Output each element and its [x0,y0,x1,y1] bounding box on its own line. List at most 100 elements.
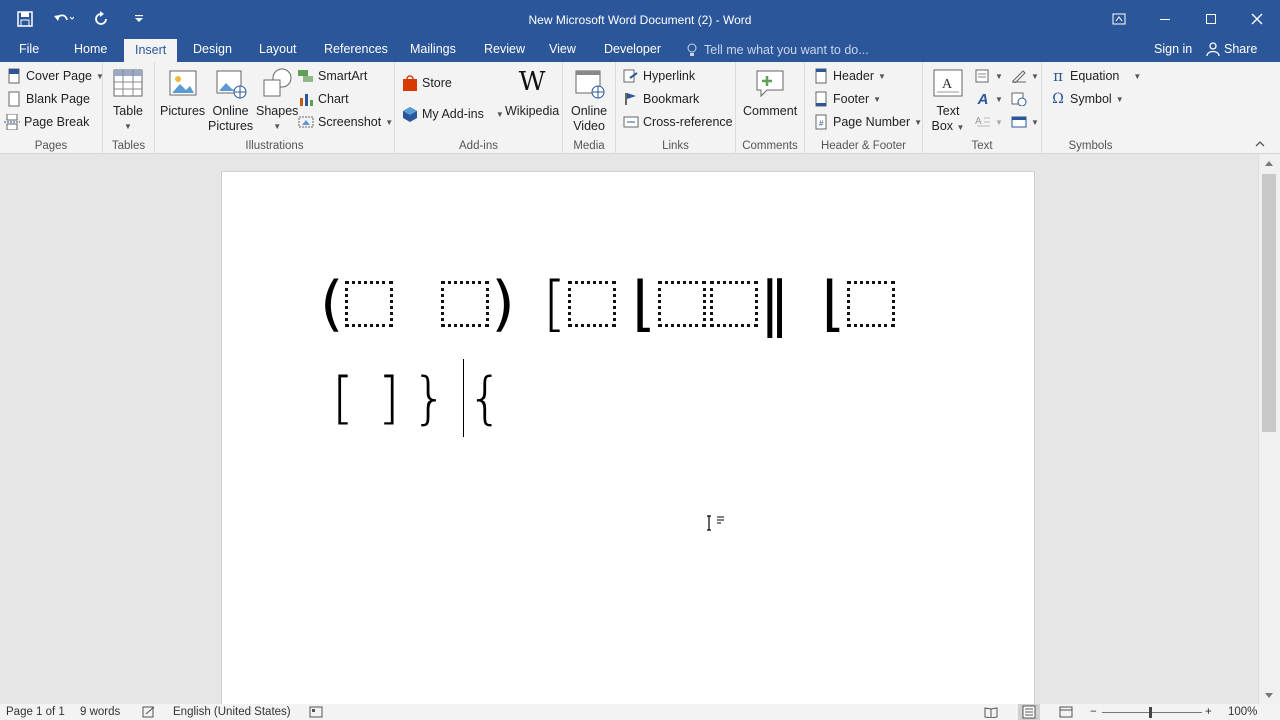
document-area: ( ) [ ⌊ ‖ ⌊ [ ] } { [0,154,1258,711]
wikipedia-icon: W [518,67,546,97]
group-addins: Store My Add-ins ▼ W Wikipedia Add-ins [395,62,563,154]
tab-view[interactable]: View [538,38,587,62]
scroll-up-icon[interactable] [1263,157,1275,171]
word-count[interactable]: 9 words [80,706,120,718]
share-label: Share [1224,42,1258,56]
proofing-icon[interactable] [142,706,156,720]
online-video-icon [575,70,605,99]
zoom-in-icon[interactable]: + [1205,706,1212,718]
collapse-ribbon-icon[interactable] [1254,138,1266,150]
share-button[interactable]: Share [1206,38,1257,60]
group-label-tables: Tables [111,140,146,152]
chart-button[interactable]: Chart [298,88,349,110]
close-bracket: ] [377,366,400,431]
table-button[interactable]: Table ▼ [111,66,145,134]
document-page[interactable]: ( ) [ ⌊ ‖ ⌊ [ ] } { [221,171,1035,711]
equation-placeholder[interactable] [709,281,758,327]
page-number-button[interactable]: # Page Number ▼ [813,111,922,133]
cover-page-icon [6,68,22,84]
zoom-slider-thumb[interactable] [1149,707,1152,718]
symbol-button[interactable]: Ω Symbol ▼ [1050,88,1123,110]
scroll-down-icon[interactable] [1263,690,1275,704]
tab-review[interactable]: Review [473,38,536,62]
page-break-button[interactable]: Page Break [4,111,89,133]
text-box-button[interactable]: A Text Box ▼ [931,66,965,135]
comment-button[interactable]: Comment [743,66,797,119]
left-floor: ⌊ [632,269,656,339]
screenshot-button[interactable]: Screenshot ▼ [298,111,393,133]
cover-page-button[interactable]: Cover Page ▼ [6,65,104,87]
read-mode-icon[interactable] [984,706,998,720]
wordart-button[interactable]: A ▼ [975,88,1003,110]
date-time-button[interactable] [1011,88,1027,110]
zoom-slider[interactable] [1102,707,1202,718]
scrollbar-thumb[interactable] [1262,174,1276,432]
object-button[interactable]: ▼ [1011,111,1039,133]
svg-text:A: A [975,116,982,127]
group-illustrations: Pictures Online Pictures Shapes ▼ SmartA… [155,62,395,154]
equation-button[interactable]: π Equation ▼ [1050,65,1141,87]
header-button[interactable]: Header ▼ [813,65,886,87]
page-count[interactable]: Page 1 of 1 [6,706,65,718]
equation-placeholder[interactable] [441,281,490,327]
ribbon-insert: Cover Page ▼ Blank Page Page Break Pages … [0,62,1280,154]
tab-mailings[interactable]: Mailings [399,38,467,62]
signature-line-button[interactable]: ▼ [1011,65,1039,87]
zoom-level[interactable]: 100% [1228,706,1257,718]
online-pictures-button[interactable]: Online Pictures [208,66,253,134]
equation-placeholder[interactable] [847,281,896,327]
print-layout-icon[interactable] [1018,704,1040,720]
equation-placeholder[interactable] [568,281,617,327]
macro-recording-icon[interactable] [309,706,323,720]
cross-reference-icon [623,114,639,130]
blank-page-icon [6,91,22,107]
bookmark-button[interactable]: Bookmark [623,88,699,110]
shapes-button[interactable]: Shapes ▼ [256,66,298,134]
ribbon-display-options-icon[interactable] [1096,0,1142,38]
open-bracket: [ [542,269,567,339]
tab-layout[interactable]: Layout [248,38,308,62]
quick-parts-button[interactable]: ▼ [975,65,1003,87]
group-label-text: Text [971,140,993,152]
my-addins-button[interactable]: My Add-ins ▼ [402,103,504,125]
wikipedia-button[interactable]: W Wikipedia [505,66,559,119]
online-video-button[interactable]: Online Video [571,66,607,134]
close-icon[interactable] [1234,0,1280,38]
page-number-icon: # [813,114,829,130]
group-label-links: Links [662,140,689,152]
tab-references[interactable]: References [313,38,399,62]
tab-insert[interactable]: Insert [124,38,178,62]
equation-placeholder[interactable] [657,281,706,327]
tell-me-search[interactable]: Tell me what you want to do... [686,38,869,62]
hyperlink-icon [623,68,639,84]
footer-button[interactable]: Footer ▼ [813,88,881,110]
page-break-icon [4,114,20,130]
blank-page-button[interactable]: Blank Page [6,88,90,110]
window-title: New Microsoft Word Document (2) - Word [528,13,752,27]
tab-developer[interactable]: Developer [593,38,672,62]
tab-design[interactable]: Design [182,38,243,62]
minimize-icon[interactable] [1142,0,1188,38]
zoom-out-icon[interactable]: − [1090,706,1097,718]
smartart-button[interactable]: SmartArt [298,65,367,87]
web-layout-icon[interactable] [1059,706,1073,720]
equation-line-2[interactable]: [ ] } { [332,364,503,434]
bookmark-icon [623,91,639,107]
signature-line-icon [1011,68,1027,84]
equation-line-1[interactable]: ( ) [ ⌊ ‖ ⌊ [320,264,897,344]
group-symbols: π Equation ▼ Ω Symbol ▼ Symbols [1042,62,1141,154]
svg-text:#: # [819,119,824,128]
drop-cap-button[interactable]: A ▼ [975,111,1003,133]
tab-home[interactable]: Home [63,38,118,62]
equation-placeholder[interactable] [345,281,394,327]
maximize-icon[interactable] [1188,0,1234,38]
pictures-button[interactable]: Pictures [160,66,205,119]
cross-reference-button[interactable]: Cross-reference [623,111,733,133]
tab-file[interactable]: File [8,38,50,62]
sign-in-link[interactable]: Sign in [1154,38,1192,60]
language-indicator[interactable]: English (United States) [173,706,291,718]
store-button[interactable]: Store [402,72,452,94]
vertical-scrollbar[interactable] [1258,154,1280,704]
hyperlink-button[interactable]: Hyperlink [623,65,695,87]
screenshot-icon [298,114,314,130]
